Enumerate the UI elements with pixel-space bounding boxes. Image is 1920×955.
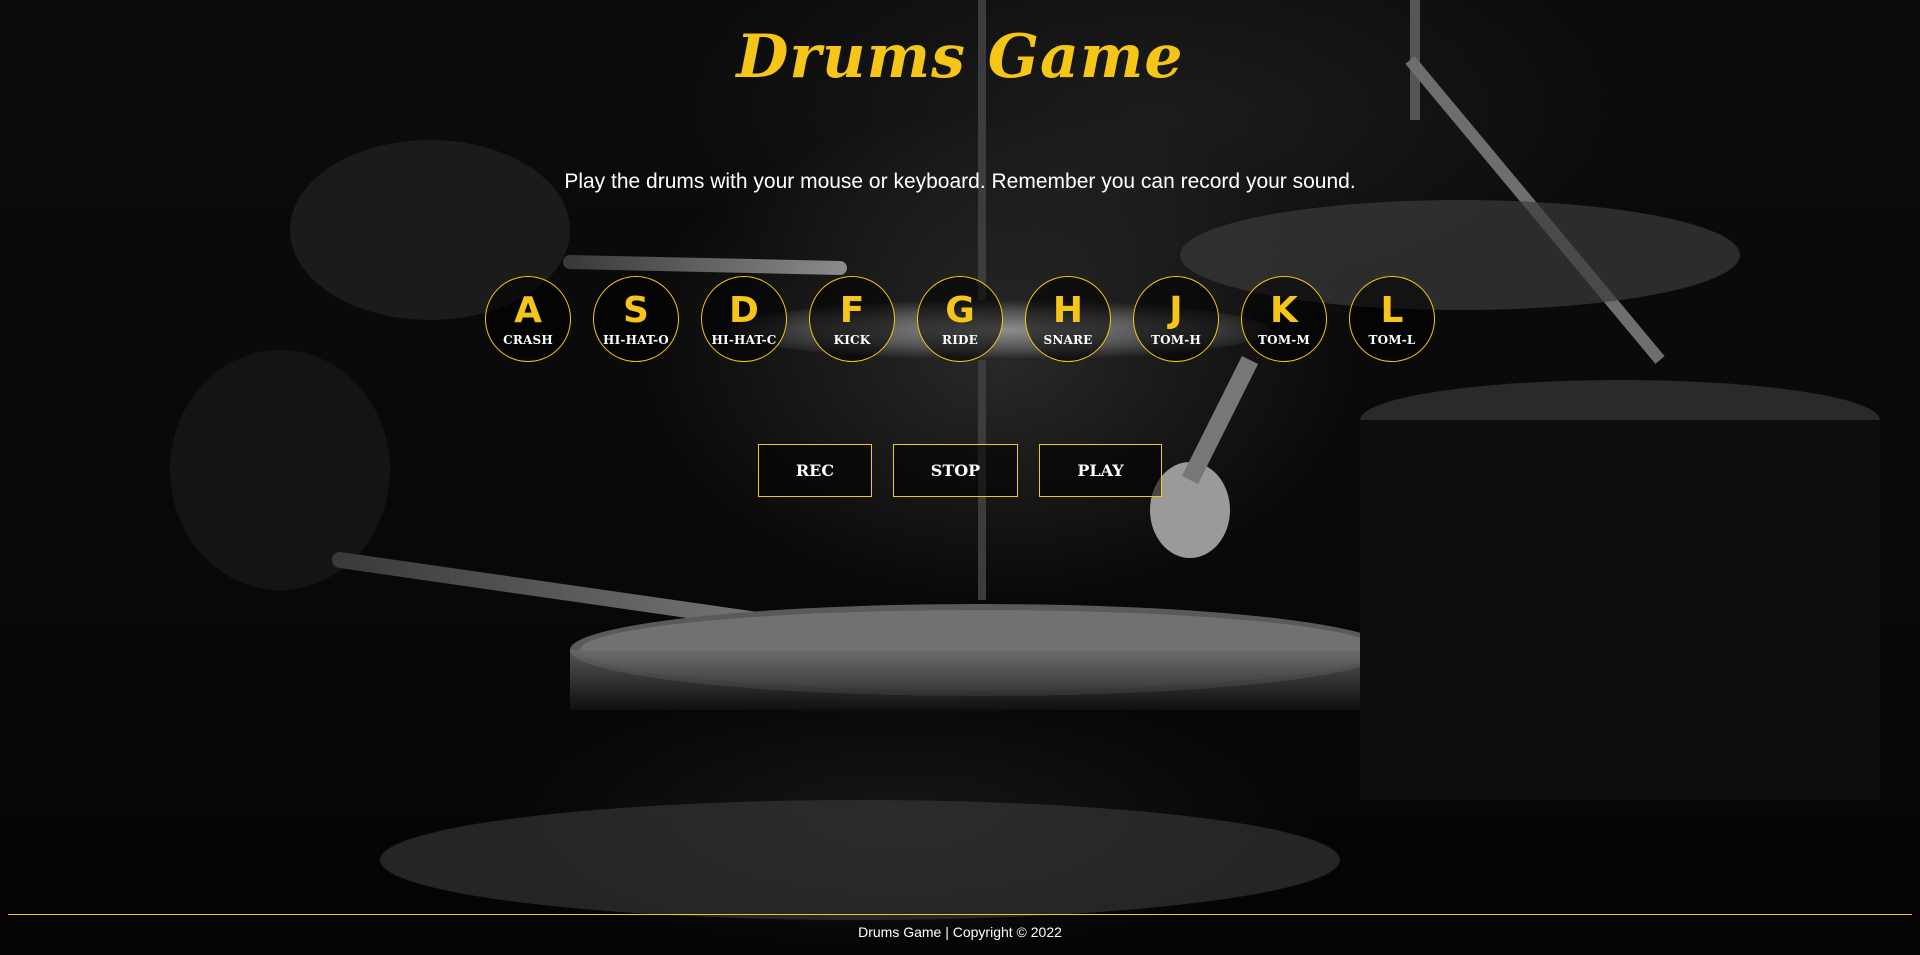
pad-label: CRASH [503, 333, 553, 347]
pad-label: TOM-L [1368, 333, 1416, 347]
pad-key: J [1169, 290, 1183, 331]
pad-label: TOM-H [1151, 333, 1201, 347]
instructions-text: Play the drums with your mouse or keyboa… [564, 170, 1356, 193]
pad-label: RIDE [942, 333, 978, 347]
pad-tom-high[interactable]: J TOM-H [1133, 276, 1219, 362]
pad-key: K [1270, 290, 1298, 331]
footer-copyright: Drums Game | Copyright © 2022 [858, 924, 1062, 940]
pad-label: KICK [833, 333, 871, 347]
pad-crash[interactable]: A CRASH [485, 276, 571, 362]
pad-snare[interactable]: H SNARE [1025, 276, 1111, 362]
pad-key: G [945, 290, 975, 331]
footer-divider [8, 914, 1912, 915]
pad-hi-hat-open[interactable]: S HI-HAT-O [593, 276, 679, 362]
pad-tom-mid[interactable]: K TOM-M [1241, 276, 1327, 362]
recording-controls: REC STOP PLAY [0, 444, 1920, 497]
drum-kit-background: Drums Game Play the drums with your mous… [0, 0, 1920, 955]
pad-tom-low[interactable]: L TOM-L [1349, 276, 1435, 362]
pad-key: D [729, 290, 759, 331]
rec-button[interactable]: REC [758, 444, 872, 497]
pad-label: HI-HAT-O [603, 333, 669, 347]
pad-label: HI-HAT-C [711, 333, 777, 347]
drum-pads: A CRASH S HI-HAT-O D HI-HAT-C F KICK G R… [0, 276, 1920, 362]
pad-ride[interactable]: G RIDE [917, 276, 1003, 362]
pad-key: L [1380, 290, 1404, 331]
pad-kick[interactable]: F KICK [809, 276, 895, 362]
play-button[interactable]: PLAY [1039, 444, 1162, 497]
pad-key: H [1052, 290, 1084, 331]
pad-label: TOM-M [1258, 333, 1310, 347]
stop-button[interactable]: STOP [893, 444, 1018, 497]
pad-label: SNARE [1043, 333, 1093, 347]
pad-hi-hat-closed[interactable]: D HI-HAT-C [701, 276, 787, 362]
pad-key: S [623, 290, 649, 331]
pad-key: F [839, 290, 865, 331]
pad-key: A [514, 290, 542, 331]
page-title: Drums Game [736, 22, 1184, 92]
